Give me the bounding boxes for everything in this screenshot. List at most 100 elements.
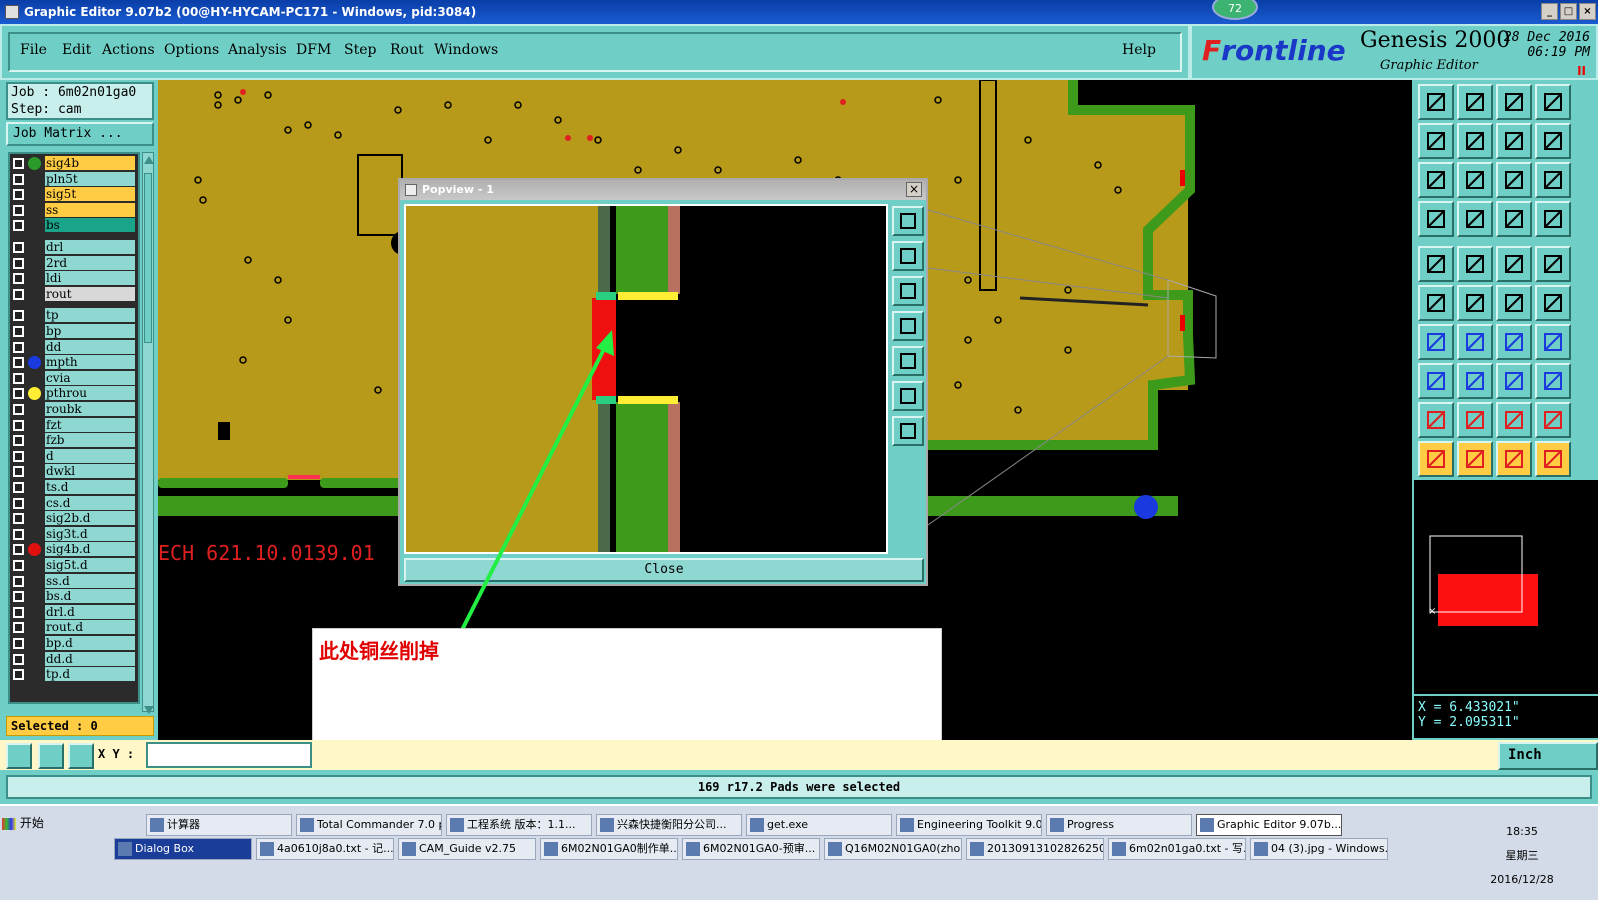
- menu-windows[interactable]: Windows: [434, 42, 498, 58]
- layer-checkbox[interactable]: [13, 372, 24, 384]
- system-clock[interactable]: 18:35 星期三 2016/12/28: [1490, 820, 1554, 892]
- taskbar-button[interactable]: 6m02n01ga0.txt - 写...: [1108, 838, 1246, 860]
- layer-name[interactable]: fzb: [45, 433, 135, 448]
- menu-step[interactable]: Step: [344, 42, 376, 58]
- layer-name[interactable]: cs.d: [45, 495, 135, 510]
- layer-checkbox[interactable]: [13, 606, 24, 618]
- taskbar-button[interactable]: 兴森快捷衡阳分公司...: [596, 814, 742, 836]
- layer-name[interactable]: dd.d: [45, 651, 135, 666]
- tool-button-icon[interactable]: [1496, 285, 1532, 321]
- tool-button-icon[interactable]: [1457, 402, 1493, 438]
- layer-checkbox[interactable]: [13, 242, 24, 253]
- taskbar-button[interactable]: Q16M02N01GA0(zho...: [824, 838, 962, 860]
- layer-checkbox[interactable]: [13, 404, 24, 415]
- layer-name[interactable]: pln5t: [45, 171, 135, 186]
- taskbar-button[interactable]: 20130913102826250...: [966, 838, 1104, 860]
- layer-checkbox[interactable]: [13, 560, 24, 571]
- start-button[interactable]: 开始: [2, 814, 44, 831]
- tool-button-icon[interactable]: [1496, 123, 1532, 159]
- layer-row[interactable]: tp.d: [10, 667, 138, 682]
- layer-checkbox[interactable]: [13, 653, 24, 665]
- layer-name[interactable]: bs.d: [45, 589, 135, 604]
- tool-button-icon[interactable]: [1418, 285, 1454, 321]
- layer-row[interactable]: sig4b.d: [10, 542, 138, 557]
- menu-analysis[interactable]: Analysis: [228, 42, 287, 58]
- layer-name[interactable]: drl.d: [45, 604, 135, 619]
- tool-button-icon[interactable]: [1535, 363, 1571, 399]
- layer-row[interactable]: ss: [10, 202, 138, 217]
- taskbar-button[interactable]: Graphic Editor 9.07b...: [1196, 814, 1342, 836]
- layer-row[interactable]: ss.d: [10, 573, 138, 588]
- layer-name[interactable]: roubk: [45, 402, 135, 416]
- tool-button-icon[interactable]: [1535, 402, 1571, 438]
- tool-button-icon[interactable]: [1457, 162, 1493, 198]
- tool-button-icon[interactable]: [1418, 162, 1454, 198]
- layer-row[interactable]: fzb: [10, 433, 138, 448]
- job-matrix-button[interactable]: Job Matrix ...: [6, 122, 154, 146]
- layer-checkbox[interactable]: [13, 669, 24, 681]
- tool-button-icon[interactable]: [1418, 402, 1454, 438]
- layer-checkbox[interactable]: [13, 310, 24, 322]
- taskbar-button[interactable]: 6M02N01GA0制作单...: [540, 838, 678, 860]
- tool-button-icon[interactable]: [1496, 162, 1532, 198]
- layer-row[interactable]: sig5t: [10, 187, 138, 202]
- layer-row[interactable]: bs: [10, 218, 138, 233]
- layer-row[interactable]: sig3t.d: [10, 526, 138, 541]
- tool-button-icon[interactable]: [1457, 246, 1493, 282]
- minimize-button[interactable]: _: [1541, 3, 1558, 20]
- popview-titlebar[interactable]: Popview - 1: [400, 180, 926, 200]
- close-window-button[interactable]: ×: [1579, 3, 1596, 20]
- layer-name[interactable]: pthrou: [45, 386, 135, 401]
- layer-checkbox[interactable]: [13, 326, 24, 337]
- layer-row[interactable]: dd.d: [10, 651, 138, 666]
- layer-row[interactable]: pthrou: [10, 386, 138, 401]
- layer-name[interactable]: 2rd: [45, 255, 135, 270]
- xy-input[interactable]: [146, 742, 312, 768]
- layer-checkbox[interactable]: [13, 257, 24, 269]
- tool-button-icon[interactable]: [1418, 201, 1454, 237]
- tool-button-icon[interactable]: [1535, 123, 1571, 159]
- popview-tool-icon[interactable]: [892, 381, 924, 411]
- layer-name[interactable]: ss: [45, 202, 135, 217]
- layer-name[interactable]: bp: [45, 324, 135, 338]
- tool-button-icon[interactable]: [1496, 363, 1532, 399]
- layer-checkbox[interactable]: [13, 466, 24, 478]
- popview-tool-icon[interactable]: [892, 346, 924, 376]
- menu-rout[interactable]: Rout: [390, 42, 424, 58]
- layer-checkbox[interactable]: [13, 341, 24, 353]
- layer-name[interactable]: drl: [45, 240, 135, 254]
- layer-name[interactable]: ldi: [45, 271, 135, 286]
- tool-button-icon[interactable]: [1496, 201, 1532, 237]
- menu-dfm[interactable]: DFM: [296, 42, 331, 58]
- layer-checkbox[interactable]: [13, 513, 24, 525]
- layer-name[interactable]: tp: [45, 308, 135, 323]
- menu-options[interactable]: Options: [164, 42, 219, 58]
- taskbar-button[interactable]: CAM_Guide v2.75: [398, 838, 536, 860]
- layer-row[interactable]: bs.d: [10, 589, 138, 604]
- layer-checkbox[interactable]: [13, 450, 24, 462]
- tool-button-icon[interactable]: [1418, 363, 1454, 399]
- taskbar-button[interactable]: 6M02N01GA0-预审...: [682, 838, 820, 860]
- layer-checkbox[interactable]: [13, 544, 24, 556]
- layer-row[interactable]: 2rd: [10, 255, 138, 270]
- tool-button-icon[interactable]: [1457, 123, 1493, 159]
- menu-file[interactable]: File: [20, 42, 47, 58]
- snap-icon[interactable]: [6, 743, 32, 769]
- layer-checkbox[interactable]: [13, 158, 24, 169]
- tool-button-icon[interactable]: [1457, 363, 1493, 399]
- layer-name[interactable]: sig4b: [45, 156, 135, 170]
- units-selector[interactable]: Inch: [1498, 742, 1598, 770]
- tool-button-icon[interactable]: [1535, 84, 1571, 120]
- layer-name[interactable]: sig2b.d: [45, 511, 135, 526]
- taskbar-button[interactable]: 4a0610j8a0.txt - 记...: [256, 838, 394, 860]
- layer-checkbox[interactable]: [13, 388, 24, 400]
- layer-name[interactable]: ts.d: [45, 480, 135, 494]
- layer-checkbox[interactable]: [13, 419, 24, 431]
- layer-name[interactable]: rout: [45, 286, 135, 301]
- layer-row[interactable]: sig2b.d: [10, 511, 138, 526]
- tool-button-icon[interactable]: [1418, 441, 1454, 477]
- layer-row[interactable]: rout.d: [10, 620, 138, 635]
- layer-name[interactable]: tp.d: [45, 667, 135, 682]
- layer-name[interactable]: sig5t.d: [45, 558, 135, 572]
- layer-row[interactable]: ts.d: [10, 480, 138, 494]
